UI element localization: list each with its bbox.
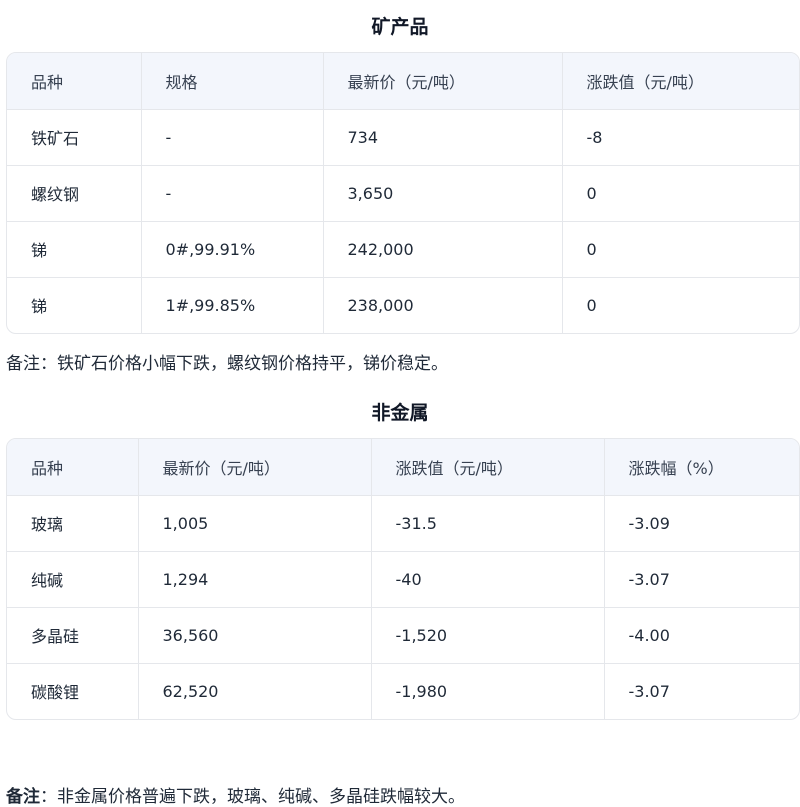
minerals-note: 备注：铁矿石价格小幅下跌，螺纹钢价格持平，锑价稳定。 [6,354,448,374]
cell-price: 238,000 [323,277,563,333]
minerals-header-price: 最新价（元/吨） [323,53,563,110]
cell-price: 734 [323,109,563,166]
cell-variety: 纯碱 [7,551,139,608]
cell-change-pct: -4.00 [604,607,799,664]
nonmetals-header-variety: 品种 [7,439,139,496]
table-row: 纯碱 1,294 -40 -3.07 [7,551,799,608]
cell-spec: - [141,165,324,222]
nonmetals-header-change: 涨跌值（元/吨） [371,439,605,496]
cell-change: 0 [562,165,799,222]
nonmetals-note-text: ：非金属价格普遍下跌，玻璃、纯碱、多晶硅跌幅较大。 [40,787,465,807]
cell-variety: 螺纹钢 [7,165,142,222]
table-row: 多晶硅 36,560 -1,520 -4.00 [7,607,799,664]
table-row: 螺纹钢 - 3,650 0 [7,165,799,222]
cell-change: -1,980 [371,663,605,719]
nonmetals-header-price: 最新价（元/吨） [138,439,372,496]
cell-spec: 0#,99.91% [141,221,324,278]
cell-variety: 多晶硅 [7,607,139,664]
page: 矿产品 品种 规格 最新价（元/吨） 涨跌值（元/吨） 铁矿石 - 734 -8… [0,0,800,807]
nonmetals-table-container: 品种 最新价（元/吨） 涨跌值（元/吨） 涨跌幅（%） 玻璃 1,005 -31… [6,438,800,720]
table-row: 锑 0#,99.91% 242,000 0 [7,221,799,278]
table-row: 锑 1#,99.85% 238,000 0 [7,277,799,333]
cell-variety: 碳酸锂 [7,663,139,719]
minerals-table-container: 品种 规格 最新价（元/吨） 涨跌值（元/吨） 铁矿石 - 734 -8 螺纹钢… [6,52,800,334]
nonmetals-title: 非金属 [371,402,429,424]
minerals-header-variety: 品种 [7,53,142,110]
cell-variety: 锑 [7,221,142,278]
nonmetals-table: 品种 最新价（元/吨） 涨跌值（元/吨） 涨跌幅（%） 玻璃 1,005 -31… [7,439,799,719]
cell-variety: 铁矿石 [7,109,142,166]
cell-change-pct: -3.09 [604,495,799,552]
cell-price: 1,294 [138,551,372,608]
minerals-title: 矿产品 [371,16,429,38]
table-row: 玻璃 1,005 -31.5 -3.09 [7,495,799,552]
nonmetals-header-row: 品种 最新价（元/吨） 涨跌值（元/吨） 涨跌幅（%） [7,439,799,496]
minerals-header-change: 涨跌值（元/吨） [562,53,799,110]
cell-price: 1,005 [138,495,372,552]
minerals-table: 品种 规格 最新价（元/吨） 涨跌值（元/吨） 铁矿石 - 734 -8 螺纹钢… [7,53,799,333]
cell-variety: 锑 [7,277,142,333]
table-row: 铁矿石 - 734 -8 [7,109,799,166]
cell-change: -31.5 [371,495,605,552]
cell-price: 242,000 [323,221,563,278]
nonmetals-header-change-pct: 涨跌幅（%） [604,439,799,496]
cell-change: -40 [371,551,605,608]
cell-price: 62,520 [138,663,372,719]
cell-variety: 玻璃 [7,495,139,552]
cell-change: -8 [562,109,799,166]
nonmetals-note-label: 备注 [6,787,40,807]
cell-change: 0 [586,295,597,315]
cell-change: 0 [562,221,799,278]
cell-price: 36,560 [138,607,372,664]
cell-change: -1,520 [371,607,605,664]
cell-spec: 1#,99.85% [141,277,324,333]
cell-spec: - [141,109,324,166]
table-row: 碳酸锂 62,520 -1,980 -3.07 [7,663,799,719]
cell-price: 3,650 [323,165,563,222]
nonmetals-note: 备注：非金属价格普遍下跌，玻璃、纯碱、多晶硅跌幅较大。 [6,782,465,807]
minerals-header-row: 品种 规格 最新价（元/吨） 涨跌值（元/吨） [7,53,799,110]
minerals-header-spec: 规格 [141,53,324,110]
cell-change-pct: -3.07 [604,551,799,608]
cell-change-pct: -3.07 [628,681,670,701]
